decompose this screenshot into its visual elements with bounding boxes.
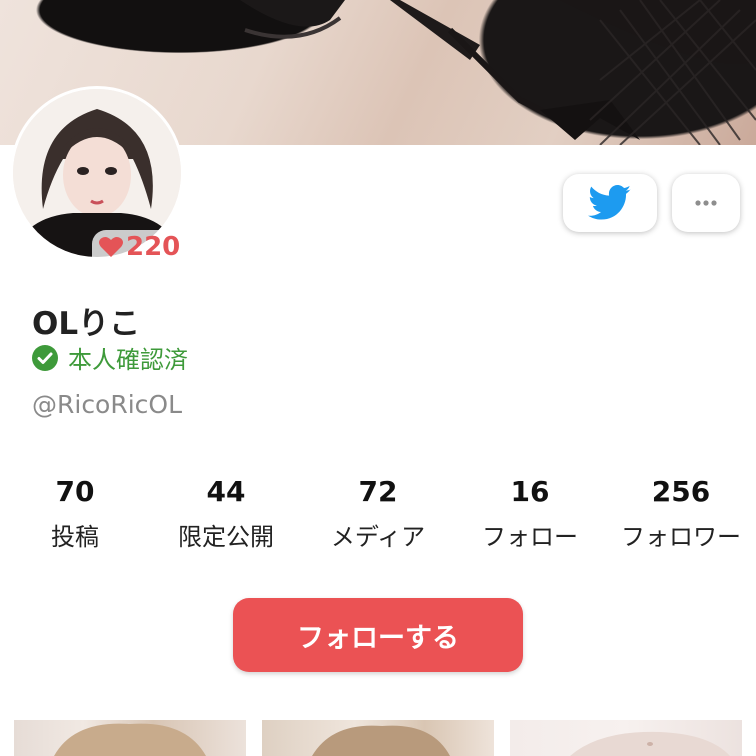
stat-label: フォロー [482, 523, 578, 551]
follow-button[interactable]: フォローする [233, 598, 523, 672]
profile-name: OLりこ [32, 306, 141, 342]
stat-label: 限定公開 [178, 523, 274, 551]
media-thumbnail[interactable] [510, 720, 742, 756]
stat-label: フォロワー [621, 523, 741, 551]
stat-label: 投稿 [51, 523, 99, 551]
stat-value: 256 [651, 475, 711, 508]
stat-posts[interactable]: 70 投稿 [0, 475, 150, 552]
stat-value: 70 [55, 475, 95, 508]
stat-following[interactable]: 16 フォロー [455, 475, 605, 552]
likes-badge: 220 [92, 230, 191, 264]
twitter-bird-icon [588, 185, 631, 220]
media-thumbnail[interactable] [14, 720, 246, 756]
stat-value: 72 [358, 475, 398, 508]
more-dots-icon [695, 200, 717, 206]
verified-badge: 本人確認済 [32, 340, 188, 375]
profile-handle: @RicoRicOL [32, 390, 183, 419]
media-thumbnail[interactable] [262, 720, 494, 756]
heart-icon [99, 237, 123, 257]
check-circle-icon [32, 344, 58, 371]
more-options-button[interactable] [672, 174, 740, 232]
stat-value: 16 [510, 475, 550, 508]
twitter-button[interactable] [563, 174, 657, 232]
stat-label: メディア [330, 523, 426, 551]
stat-limited[interactable]: 44 限定公開 [151, 475, 301, 552]
verified-label: 本人確認済 [68, 346, 188, 374]
likes-count: 220 [126, 232, 181, 262]
stat-value: 44 [206, 475, 246, 508]
stat-followers[interactable]: 256 フォロワー [606, 475, 756, 552]
profile-stats: 70 投稿 44 限定公開 72 メディア 16 フォロー 256 フォロワー [0, 475, 756, 555]
stat-media[interactable]: 72 メディア [303, 475, 453, 552]
